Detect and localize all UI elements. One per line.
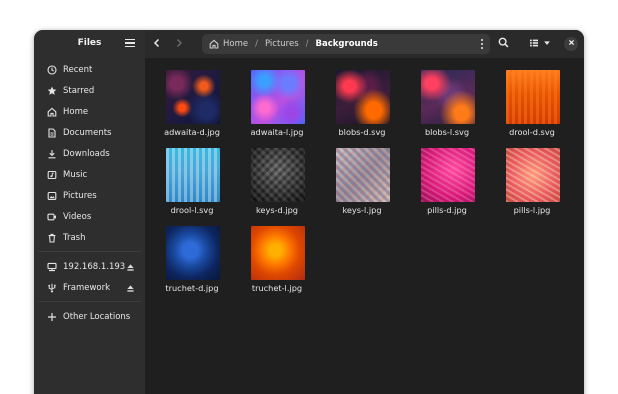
sidebar-item-network-drive[interactable]: 192.168.1.193 [38,258,141,276]
file-thumbnail [251,226,305,280]
file-thumbnail [336,148,390,202]
hamburger-menu-icon[interactable] [125,38,135,48]
file-thumbnail [251,148,305,202]
sidebar-item-other-locations[interactable]: Other Locations [38,308,141,326]
file-item[interactable]: keys-d.jpg [240,136,314,215]
home-icon [209,39,219,49]
file-item[interactable]: pills-d.jpg [410,136,484,215]
home-icon [45,107,59,117]
file-item[interactable]: truchet-l.jpg [240,214,314,293]
view-options-button[interactable] [542,37,552,51]
sidebar-item-label: Home [63,107,89,117]
usb-icon [45,283,59,293]
sidebar-item-label: Videos [63,212,92,222]
file-thumbnail [421,148,475,202]
breadcrumb-pictures[interactable]: Pictures [265,39,299,49]
close-button[interactable] [564,37,578,51]
network-drive-icon [45,262,59,272]
file-thumbnail [251,70,305,124]
breadcrumb-backgrounds[interactable]: Backgrounds [316,39,378,49]
file-thumbnail [166,148,220,202]
path-bar: Home / Pictures / Backgrounds [202,34,490,54]
file-thumbnail [421,70,475,124]
file-name: keys-l.jpg [342,205,382,215]
sidebar-item-label: 192.168.1.193 [63,262,126,272]
forward-button[interactable] [172,37,186,51]
sidebar-item-documents[interactable]: Documents [38,124,141,142]
file-item[interactable]: blobs-d.svg [325,58,399,137]
close-icon [568,39,575,49]
sidebar-header: Files [34,30,145,58]
file-item[interactable]: adwaita-d.jpg [155,58,229,137]
sidebar-item-videos[interactable]: Videos [38,208,141,226]
chevron-left-icon [152,38,162,51]
sidebar-divider [38,301,141,302]
sidebar-item-starred[interactable]: Starred [38,82,141,100]
file-name: pills-l.jpg [513,205,551,215]
file-name: truchet-d.jpg [165,283,219,293]
file-item[interactable]: blobs-l.svg [410,58,484,137]
search-button[interactable] [496,37,510,51]
list-view-icon [529,38,539,51]
chevron-right-icon [174,38,184,51]
picture-icon [45,191,59,201]
search-icon [498,37,509,51]
file-item[interactable]: keys-l.jpg [325,136,399,215]
sidebar-item-label: Trash [63,233,86,243]
file-thumbnail [336,70,390,124]
sidebar-item-label: Pictures [63,191,97,201]
view-toggle-button[interactable] [528,37,540,51]
sidebar-item-trash[interactable]: Trash [38,229,141,247]
more-options-icon[interactable] [480,39,484,49]
eject-icon[interactable] [125,262,135,272]
breadcrumb-home[interactable]: Home [223,39,248,49]
sidebar-item-recent[interactable]: Recent [38,61,141,79]
star-icon [45,86,59,96]
file-thumbnail [166,70,220,124]
file-thumbnail [506,148,560,202]
sidebar-item-label: Framework [63,283,111,293]
plus-icon [45,312,59,322]
document-icon [45,128,59,138]
sidebar-item-downloads[interactable]: Downloads [38,145,141,163]
sidebar-item-label: Music [63,170,88,180]
clock-icon [45,65,59,75]
back-button[interactable] [150,37,164,51]
sidebar-item-label: Other Locations [63,312,131,322]
sidebar-item-music[interactable]: Music [38,166,141,184]
eject-icon[interactable] [125,283,135,293]
file-item[interactable]: drool-d.svg [495,58,569,137]
sidebar-item-label: Downloads [63,149,110,159]
download-icon [45,149,59,159]
main-content: Home / Pictures / Backgrounds adwaita-d.… [145,30,584,394]
breadcrumb-separator: / [305,39,309,49]
file-item[interactable]: adwaita-l.jpg [240,58,314,137]
file-item[interactable]: drool-l.svg [155,136,229,215]
trash-icon [45,233,59,243]
file-item[interactable]: truchet-d.jpg [155,214,229,293]
sidebar-item-label: Starred [63,86,95,96]
music-icon [45,170,59,180]
chevron-down-icon [543,39,551,50]
sidebar-item-framework[interactable]: Framework [38,279,141,297]
sidebar-divider [38,251,141,252]
sidebar-item-home[interactable]: Home [38,103,141,121]
file-name: truchet-l.jpg [251,283,303,293]
video-icon [45,212,59,222]
file-thumbnail [166,226,220,280]
file-item[interactable]: pills-l.jpg [495,136,569,215]
breadcrumb-separator: / [255,39,258,49]
sidebar-item-label: Documents [63,128,112,138]
file-manager-window: Files Recent Starred Home Documents Down… [34,30,584,394]
sidebar: Files Recent Starred Home Documents Down… [34,30,145,394]
sidebar-item-pictures[interactable]: Pictures [38,187,141,205]
file-thumbnail [506,70,560,124]
file-name: pills-d.jpg [427,205,467,215]
sidebar-item-label: Recent [63,65,93,75]
header-bar: Home / Pictures / Backgrounds [145,30,584,58]
